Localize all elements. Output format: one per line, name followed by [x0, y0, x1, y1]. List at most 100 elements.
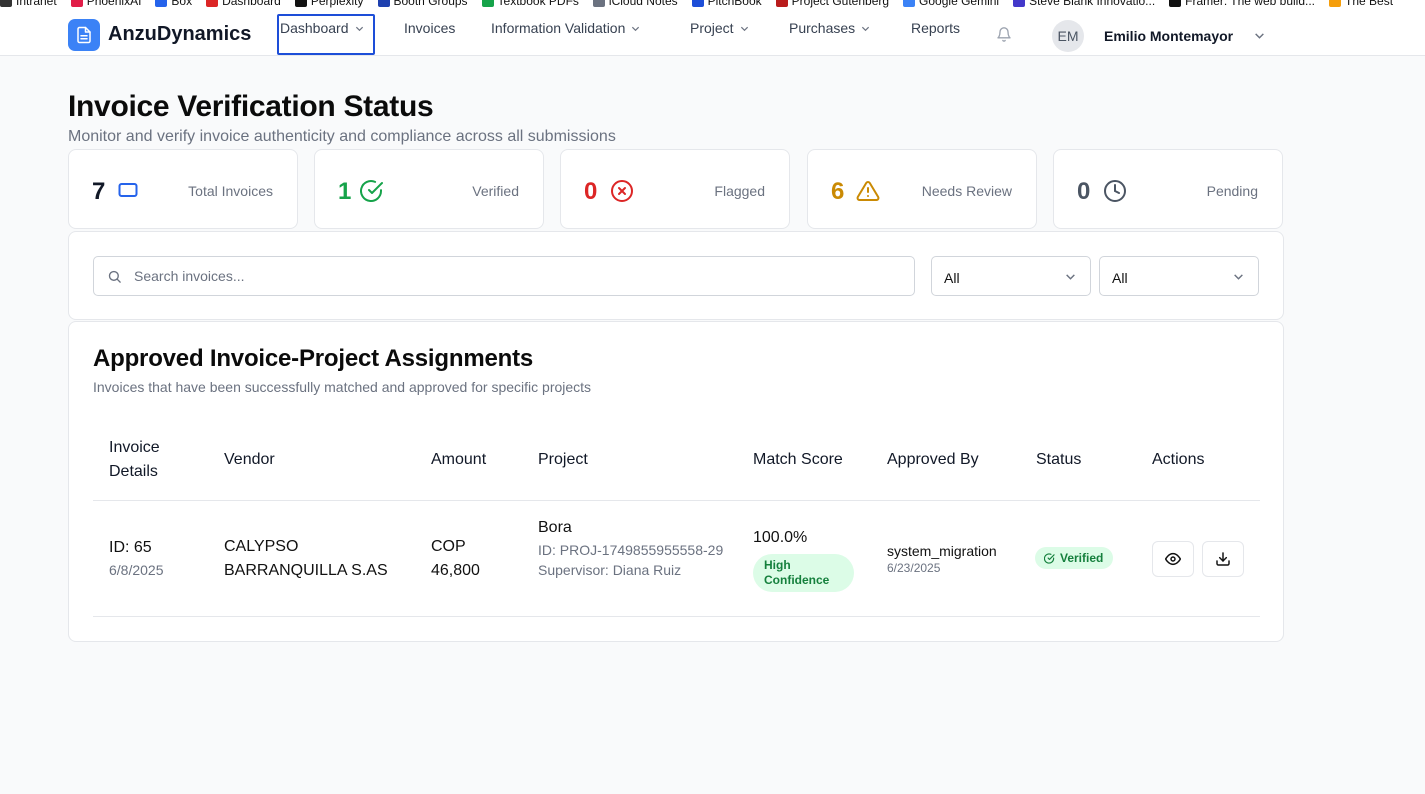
top-navbar: AnzuDynamics Dashboard Invoices Informat…: [0, 8, 1425, 56]
stat-card-needs-review: 6 Needs Review: [807, 149, 1037, 229]
chevron-down-icon: [355, 26, 363, 31]
chevron-down-icon: [1234, 274, 1243, 280]
bookmark-label: Textbook PDFs: [497, 0, 579, 8]
user-name[interactable]: Emilio Montemayor: [1104, 28, 1233, 44]
bookmark-item[interactable]: Steve Blank Innovatio...: [1013, 0, 1155, 8]
bookmark-label: Steve Blank Innovatio...: [1029, 0, 1156, 8]
status-filter-select[interactable]: All: [931, 256, 1091, 296]
stat-label: Verified: [472, 183, 519, 199]
bookmark-item[interactable]: iCloud Notes: [592, 0, 678, 8]
bookmark-label: PhoenixAI: [86, 0, 142, 8]
invoice-details-cell: ID: 65 6/8/2025: [109, 539, 164, 578]
stat-card-verified: 1 Verified: [314, 149, 544, 229]
bookmark-item[interactable]: Intranet: [0, 0, 57, 8]
bookmark-label: Perplexity: [310, 0, 364, 8]
bookmark-item[interactable]: Perplexity: [294, 0, 364, 8]
col-header-approved-by: Approved By: [887, 451, 979, 468]
bookmark-label: Framer: The web build...: [1185, 0, 1316, 8]
favicon-icon: [1329, 0, 1342, 7]
nav-information-validation[interactable]: Information Validation: [491, 20, 640, 36]
approver-name: system_migration: [887, 543, 997, 559]
bookmark-item[interactable]: Project Gutenberg: [775, 0, 890, 8]
bookmark-item[interactable]: The Best: [1329, 0, 1393, 8]
favicon-icon: [1013, 0, 1026, 7]
bookmark-item[interactable]: Framer: The web build...: [1169, 0, 1315, 8]
status-badge: Verified: [1035, 547, 1114, 569]
row-divider: [93, 616, 1260, 617]
project-cell: Bora ID: PROJ-1749855955558-29 Superviso…: [538, 519, 738, 580]
project-supervisor: Supervisor: Diana Ruiz: [538, 562, 682, 578]
favicon-icon: [903, 0, 916, 7]
header-divider: [93, 500, 1260, 501]
nav-dashboard[interactable]: Dashboard: [280, 20, 364, 36]
col-header-actions: Actions: [1152, 451, 1205, 468]
match-score: 100.0%: [753, 529, 808, 546]
nav-information-validation-label: Information Validation: [491, 20, 626, 36]
bookmark-label: Google Gemini: [919, 0, 1000, 8]
card-subtitle: Invoices that have been successfully mat…: [93, 379, 592, 395]
bookmark-item[interactable]: PitchBook: [691, 0, 762, 8]
bookmark-item[interactable]: Box: [155, 0, 192, 8]
card-title: Approved Invoice-Project Assignments: [93, 345, 534, 372]
nav-reports[interactable]: Reports: [911, 20, 960, 36]
stat-value: 0: [1077, 178, 1091, 205]
stat-label: Needs Review: [921, 183, 1012, 199]
stat-label: Flagged: [714, 183, 765, 199]
bell-icon[interactable]: [996, 26, 1012, 43]
bookmark-label: Intranet: [16, 0, 57, 8]
nav-invoices-label: Invoices: [404, 20, 456, 36]
project-id: ID: PROJ-1749855955558-29: [538, 542, 724, 558]
logo[interactable]: [68, 19, 100, 51]
download-icon: [1216, 552, 1230, 566]
favicon-icon: [691, 0, 704, 7]
nav-purchases-label: Purchases: [789, 20, 856, 36]
view-button[interactable]: [1152, 541, 1194, 577]
bookmark-item[interactable]: Dashboard: [206, 0, 281, 8]
nav-project[interactable]: Project: [690, 20, 749, 36]
approved-date: 6/23/2025: [887, 561, 941, 575]
approved-by-cell: system_migration 6/23/2025: [887, 543, 997, 575]
clock-icon: [1104, 180, 1126, 202]
bookmark-label: Project Gutenberg: [791, 0, 890, 8]
bookmark-label: The Best: [1345, 0, 1394, 8]
bookmark-item[interactable]: Booth Groups: [377, 0, 468, 8]
bookmark-item[interactable]: Textbook PDFs: [481, 0, 579, 8]
document-icon: [77, 26, 91, 44]
stat-card-total: 7 Total Invoices: [68, 149, 298, 229]
type-filter-select[interactable]: All: [1099, 256, 1259, 296]
avatar[interactable]: EM: [1052, 20, 1084, 52]
search-icon: [108, 270, 121, 283]
select-value: All: [944, 270, 960, 286]
stat-value: 0: [584, 178, 598, 205]
bookmark-item[interactable]: Google Gemini: [903, 0, 999, 8]
nav-project-label: Project: [690, 20, 734, 36]
nav-dashboard-label: Dashboard: [280, 20, 349, 36]
col-header-vendor: Vendor: [224, 451, 275, 468]
brand-name[interactable]: AnzuDynamics: [108, 23, 251, 46]
favicon-icon: [377, 0, 390, 7]
bookmark-label: Dashboard: [222, 0, 281, 8]
col-header-invoice-details: Invoice Details: [109, 439, 160, 480]
check-circle-icon: [1044, 552, 1055, 564]
vendor-cell: CALYPSO BARRANQUILLA S.AS: [224, 538, 388, 579]
stat-value: 1: [338, 178, 352, 205]
search-input[interactable]: [134, 257, 904, 295]
bookmark-item[interactable]: PhoenixAI: [70, 0, 142, 8]
bookmarks-list: Intranet PhoenixAI Box Dashboard Perplexity B…: [0, 0, 1407, 8]
nav-invoices[interactable]: Invoices: [404, 20, 455, 36]
bookmark-label: Box: [171, 0, 193, 8]
download-button[interactable]: [1202, 541, 1244, 577]
stat-value: 6: [831, 178, 845, 205]
x-circle-icon: [611, 180, 633, 202]
nav-purchases[interactable]: Purchases: [789, 20, 870, 36]
chevron-down-icon: [862, 26, 870, 31]
col-header-match-score: Match Score: [753, 451, 843, 468]
favicon-icon: [294, 0, 307, 7]
search-box[interactable]: [93, 256, 915, 296]
favicon-icon: [775, 0, 788, 7]
chevron-down-icon[interactable]: [1254, 30, 1265, 41]
stat-label: Total Invoices: [188, 183, 273, 199]
favicon-icon: [206, 0, 219, 7]
favicon-icon: [592, 0, 605, 7]
eye-icon: [1165, 552, 1181, 566]
